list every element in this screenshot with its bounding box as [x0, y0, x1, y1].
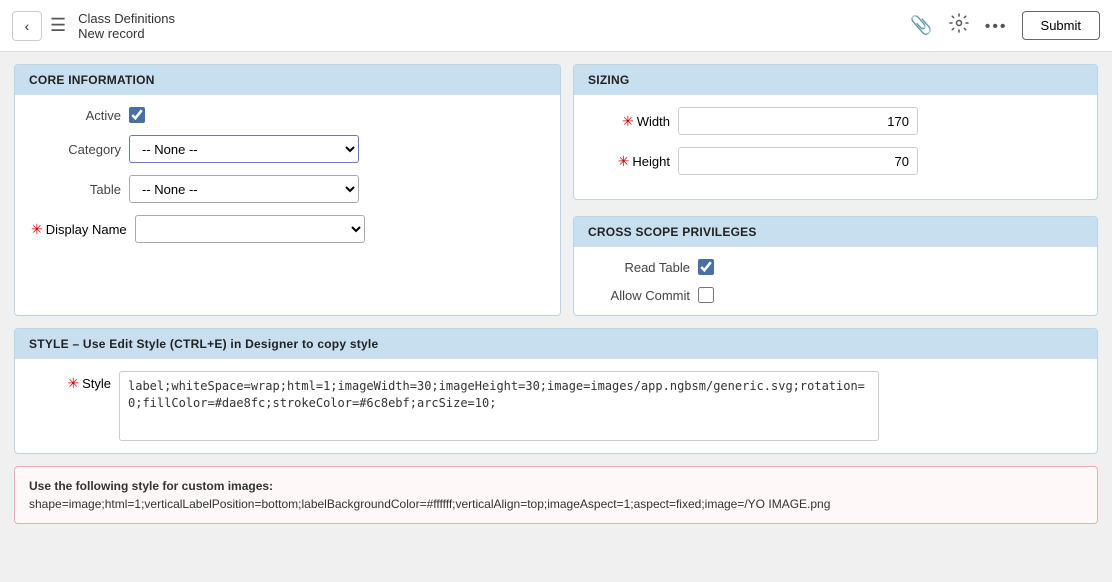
- display-name-select[interactable]: [135, 215, 365, 243]
- allow-commit-label: Allow Commit: [590, 288, 690, 303]
- info-box-text2: IMAGE.png: [768, 497, 830, 511]
- back-button[interactable]: ‹: [12, 11, 42, 41]
- attachment-button[interactable]: 📎: [908, 13, 934, 38]
- height-row: ✳ Height: [590, 147, 1081, 175]
- core-information-body: Active Category -- None -- Table -- None…: [15, 95, 560, 255]
- header-title-sub: New record: [78, 26, 900, 41]
- header-actions: 📎 ••• Submit: [908, 11, 1100, 40]
- header-title-block: Class Definitions New record: [78, 11, 900, 41]
- width-input[interactable]: [678, 107, 918, 135]
- info-box: Use the following style for custom image…: [14, 466, 1098, 524]
- height-required-star-icon: ✳: [618, 153, 630, 170]
- sizing-panel: SIZING ✳ Width ✳ Height: [573, 64, 1098, 200]
- active-checkbox[interactable]: [129, 107, 145, 123]
- width-label-group: ✳ Width: [590, 113, 670, 130]
- height-label-group: ✳ Height: [590, 153, 670, 170]
- table-select[interactable]: -- None --: [129, 175, 359, 203]
- submit-button[interactable]: Submit: [1022, 11, 1100, 40]
- display-name-label-group: ✳ Display Name: [31, 221, 127, 238]
- allow-commit-row: Allow Commit: [590, 287, 1081, 303]
- active-label: Active: [31, 108, 121, 123]
- app-header: ‹ ☰ Class Definitions New record 📎 ••• S…: [0, 0, 1112, 52]
- attachment-icon: 📎: [910, 15, 932, 35]
- core-information-header: CORE INFORMATION: [15, 65, 560, 95]
- style-row: ✳ Style label;whiteSpace=wrap;html=1;ima…: [31, 371, 1081, 441]
- display-name-row: ✳ Display Name: [31, 215, 544, 243]
- read-table-row: Read Table: [590, 259, 1081, 275]
- header-title-main: Class Definitions: [78, 11, 900, 26]
- category-select[interactable]: -- None --: [129, 135, 359, 163]
- style-section-header: STYLE – Use Edit Style (CTRL+E) in Desig…: [15, 329, 1097, 359]
- settings-icon: [949, 17, 969, 37]
- info-box-text: shape=image;html=1;verticalLabelPosition…: [29, 497, 765, 511]
- style-textarea[interactable]: label;whiteSpace=wrap;html=1;imageWidth=…: [119, 371, 879, 441]
- sizing-header: SIZING: [574, 65, 1097, 95]
- table-label: Table: [31, 182, 121, 197]
- required-star-icon: ✳: [31, 221, 43, 238]
- read-table-label: Read Table: [590, 260, 690, 275]
- main-content: CORE INFORMATION Active Category -- None…: [0, 52, 1112, 536]
- menu-icon[interactable]: ☰: [50, 15, 66, 36]
- top-row: CORE INFORMATION Active Category -- None…: [14, 64, 1098, 316]
- category-label: Category: [31, 142, 121, 157]
- more-icon: •••: [985, 18, 1008, 35]
- allow-commit-checkbox[interactable]: [698, 287, 714, 303]
- style-required-star-icon: ✳: [67, 375, 79, 392]
- cross-scope-body: Read Table Allow Commit: [574, 247, 1097, 315]
- width-required-star-icon: ✳: [622, 113, 634, 130]
- style-section-body: ✳ Style label;whiteSpace=wrap;html=1;ima…: [15, 359, 1097, 453]
- style-label: Style: [82, 376, 111, 391]
- more-button[interactable]: •••: [983, 13, 1010, 38]
- cross-scope-panel: CROSS SCOPE PRIVILEGES Read Table Allow …: [573, 216, 1098, 316]
- style-label-group: ✳ Style: [31, 371, 111, 392]
- height-label: Height: [632, 154, 670, 169]
- back-icon: ‹: [25, 18, 30, 34]
- category-row: Category -- None --: [31, 135, 544, 163]
- core-information-panel: CORE INFORMATION Active Category -- None…: [14, 64, 561, 316]
- sizing-body: ✳ Width ✳ Height: [574, 95, 1097, 199]
- table-row: Table -- None --: [31, 175, 544, 203]
- width-row: ✳ Width: [590, 107, 1081, 135]
- right-column: SIZING ✳ Width ✳ Height: [573, 64, 1098, 316]
- width-label: Width: [637, 114, 670, 129]
- read-table-checkbox[interactable]: [698, 259, 714, 275]
- cross-scope-header: CROSS SCOPE PRIVILEGES: [574, 217, 1097, 247]
- height-input[interactable]: [678, 147, 918, 175]
- info-box-title: Use the following style for custom image…: [29, 479, 273, 493]
- settings-button[interactable]: [947, 11, 971, 40]
- display-name-label: Display Name: [46, 222, 127, 237]
- active-row: Active: [31, 107, 544, 123]
- style-section-panel: STYLE – Use Edit Style (CTRL+E) in Desig…: [14, 328, 1098, 454]
